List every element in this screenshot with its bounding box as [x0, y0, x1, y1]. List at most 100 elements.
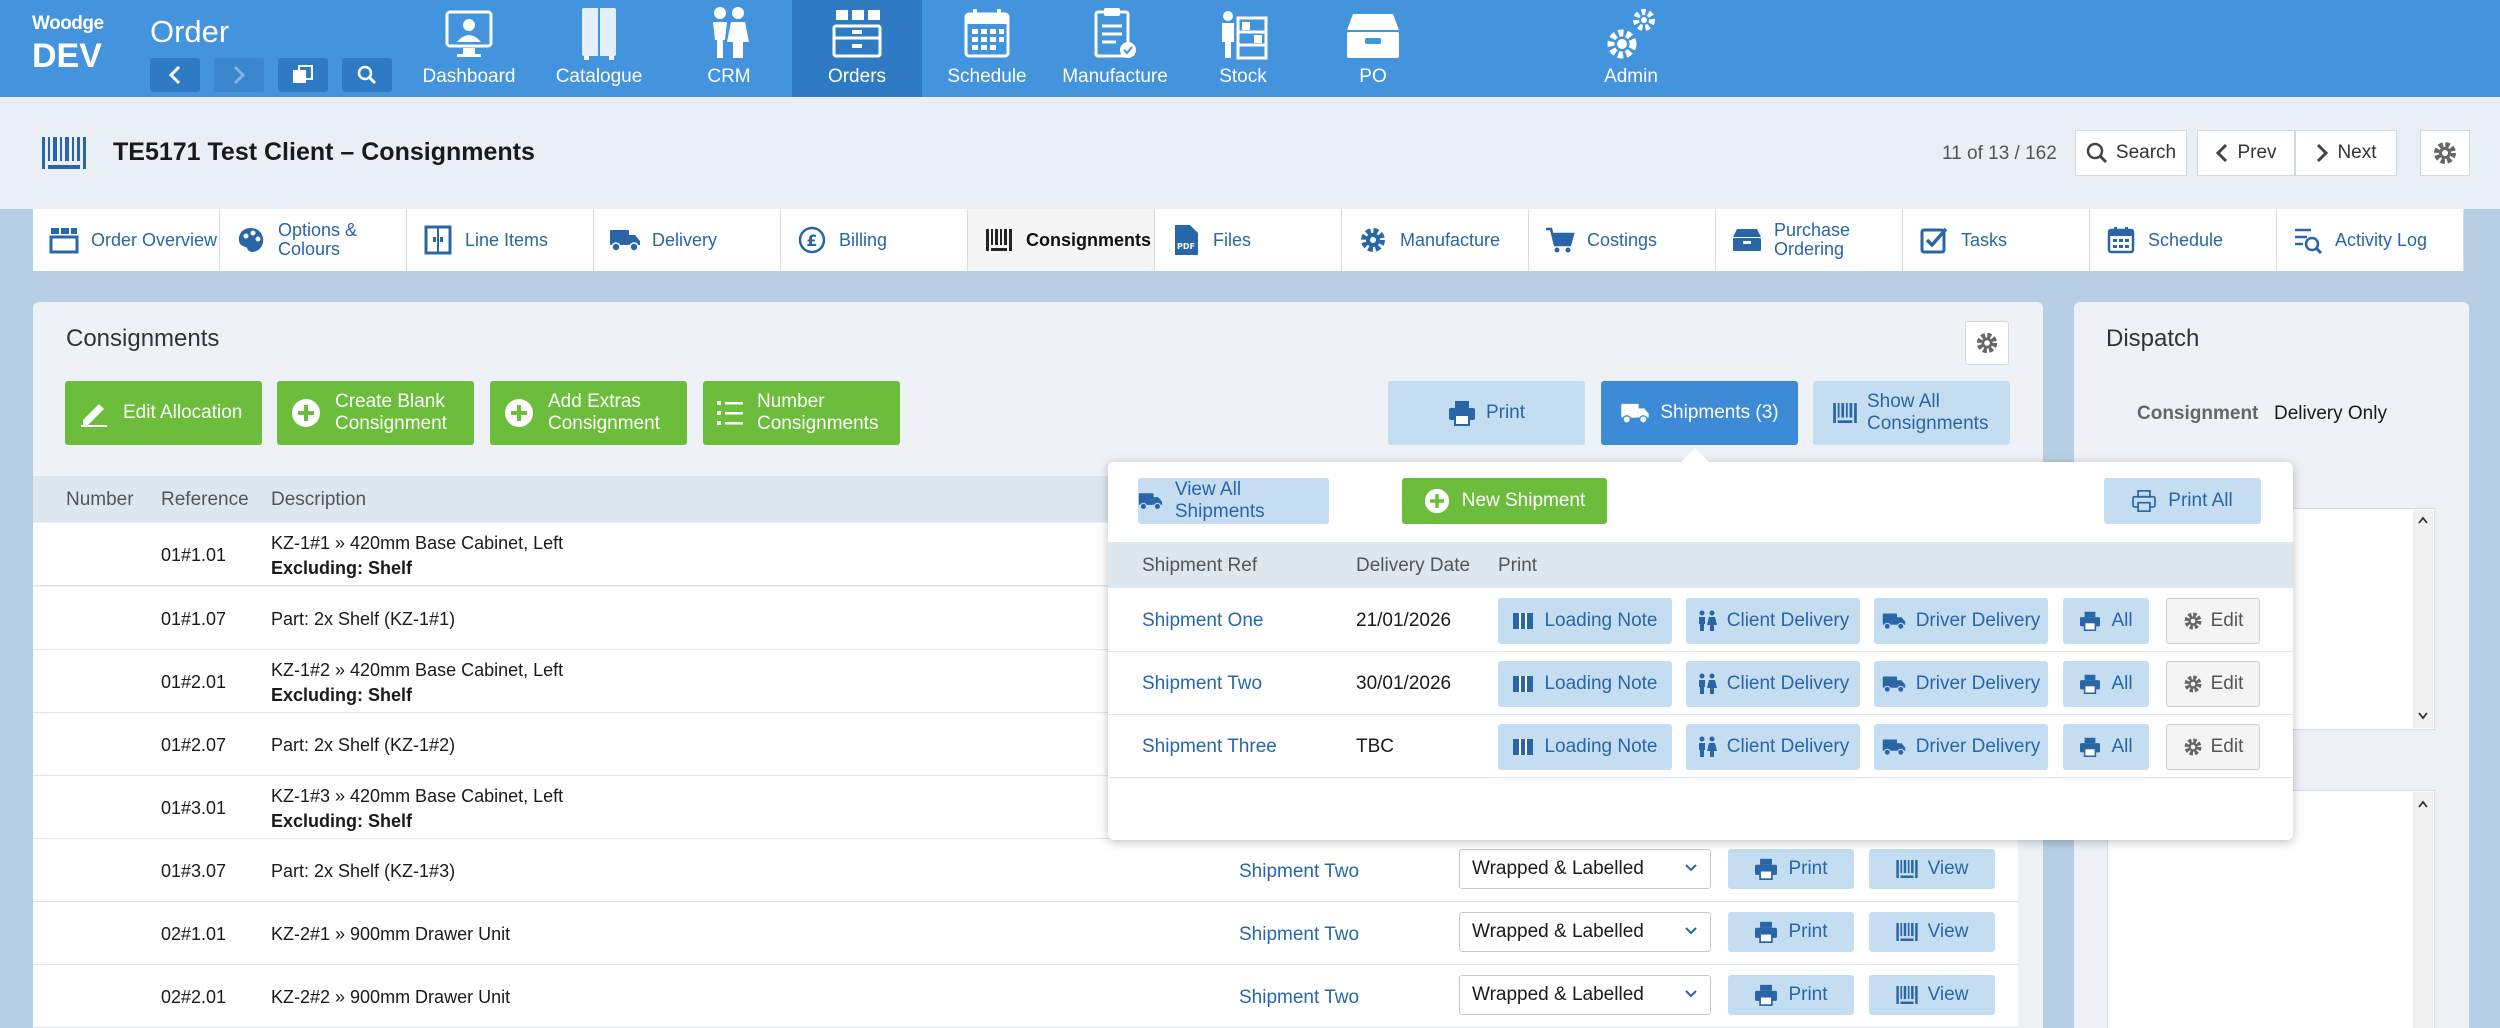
line-items-icon: [424, 225, 452, 255]
tab-label: Delivery: [652, 229, 718, 250]
nav-dashboard[interactable]: Dashboard: [404, 0, 534, 97]
header-settings-button[interactable]: [2420, 130, 2470, 176]
svg-text:PDF: PDF: [1177, 242, 1195, 251]
print-all-docs-button[interactable]: All: [2063, 661, 2149, 707]
tab-options-colours[interactable]: Options & Colours: [220, 209, 407, 271]
number-consignments-button[interactable]: Number Consignments: [703, 381, 900, 445]
loading-note-button[interactable]: Loading Note: [1498, 724, 1672, 770]
back-button[interactable]: [150, 58, 200, 92]
add-extras-label: Add Extras Consignment: [548, 391, 660, 434]
driver-delivery-button[interactable]: Driver Delivery: [1874, 598, 2048, 644]
panel-settings-button[interactable]: [1965, 321, 2009, 365]
loading-note-button[interactable]: Loading Note: [1498, 661, 1672, 707]
shipments-button[interactable]: Shipments (3): [1601, 381, 1798, 445]
status-select[interactable]: Wrapped & Labelled: [1459, 912, 1711, 952]
pencil-icon: [81, 404, 107, 427]
delivery-date: 21/01/2026: [1356, 610, 1452, 631]
tab-line-items[interactable]: Line Items: [407, 209, 594, 271]
row-print-button[interactable]: Print: [1728, 912, 1854, 952]
edit-allocation-button[interactable]: Edit Allocation: [65, 381, 262, 445]
nav-label: PO: [1359, 66, 1387, 87]
notes-scrollbar[interactable]: [2413, 510, 2433, 728]
nav-manufacture[interactable]: Manufacture: [1050, 0, 1180, 97]
plus-circle-icon: [505, 399, 533, 427]
shipment-ref-link[interactable]: Shipment Two: [1142, 673, 1262, 695]
row-shipment-link[interactable]: Shipment Two: [1239, 924, 1359, 946]
table-row[interactable]: 01#3.07 Part: 2x Shelf (KZ-1#3) Shipment…: [33, 839, 2018, 902]
row-description: KZ-2#2 » 900mm Drawer Unit: [271, 987, 511, 1007]
tab-manufacture[interactable]: Manufacture: [1342, 209, 1529, 271]
col-delivery-date: Delivery Date: [1356, 555, 1471, 576]
row-view-button[interactable]: View: [1869, 849, 1995, 889]
table-row[interactable]: 02#1.01 KZ-2#1 » 900mm Drawer Unit Shipm…: [33, 902, 2018, 965]
new-shipment-button[interactable]: New Shipment: [1402, 478, 1607, 524]
table-row[interactable]: 02#2.01 KZ-2#2 » 900mm Drawer Unit Shipm…: [33, 965, 2018, 1028]
shipment-ref-link[interactable]: Shipment One: [1142, 610, 1263, 632]
nav-stock[interactable]: Stock: [1178, 0, 1308, 97]
gear-icon: [2184, 612, 2202, 630]
header-search-button[interactable]: Search: [2075, 130, 2187, 176]
tab-costings[interactable]: Costings: [1529, 209, 1716, 271]
chevron-left-icon: [2216, 143, 2228, 163]
show-all-consignments-button[interactable]: Show All Consignments: [1813, 381, 2010, 445]
nav-catalogue[interactable]: Catalogue: [534, 0, 664, 97]
nav-admin[interactable]: Admin: [1566, 0, 1696, 97]
tab-consignments[interactable]: Consignments: [968, 209, 1155, 271]
driver-delivery-button[interactable]: Driver Delivery: [1874, 661, 2048, 707]
loading-note-button[interactable]: Loading Note: [1498, 598, 1672, 644]
tab-files[interactable]: PDF Files: [1155, 209, 1342, 271]
edit-label: Edit: [2210, 610, 2244, 631]
row-description: KZ-1#2 » 420mm Base Cabinet, Left: [271, 660, 564, 680]
edit-shipment-button[interactable]: Edit: [2166, 598, 2260, 644]
add-extras-consignment-button[interactable]: Add Extras Consignment: [490, 381, 687, 445]
pound-icon: £: [798, 226, 826, 254]
row-view-button[interactable]: View: [1869, 975, 1995, 1015]
print-all-docs-button[interactable]: All: [2063, 598, 2149, 644]
truck-icon: [1138, 493, 1163, 511]
row-print-button[interactable]: Print: [1728, 849, 1854, 889]
tab-schedule[interactable]: Schedule: [2090, 209, 2277, 271]
next-button[interactable]: Next: [2295, 130, 2397, 176]
edit-shipment-button[interactable]: Edit: [2166, 724, 2260, 770]
print-all-button[interactable]: Print All: [2104, 478, 2261, 524]
duplicate-window-button[interactable]: [278, 58, 328, 92]
row-view-button[interactable]: View: [1869, 912, 1995, 952]
prev-button[interactable]: Prev: [2197, 130, 2295, 176]
tab-activity-log[interactable]: Activity Log: [2277, 209, 2464, 271]
client-delivery-button[interactable]: Client Delivery: [1686, 724, 1860, 770]
status-select[interactable]: Wrapped & Labelled: [1459, 849, 1711, 889]
nav-search-button[interactable]: [342, 58, 392, 92]
forward-button[interactable]: [214, 58, 264, 92]
tab-tasks[interactable]: Tasks: [1903, 209, 2090, 271]
brand-logo[interactable]: Woodge DEV: [32, 14, 104, 76]
client-delivery-button[interactable]: Client Delivery: [1686, 661, 1860, 707]
tab-order-overview[interactable]: Order Overview: [33, 209, 220, 271]
tab-billing[interactable]: £ Billing: [781, 209, 968, 271]
nav-orders[interactable]: Orders: [792, 0, 922, 97]
page-title: TE5171 Test Client – Consignments: [113, 138, 535, 166]
print-consignments-button[interactable]: Print: [1388, 381, 1585, 445]
create-blank-consignment-button[interactable]: Create Blank Consignment: [277, 381, 474, 445]
nav-label: Schedule: [947, 66, 1027, 87]
pdf-file-icon: PDF: [1175, 225, 1198, 255]
shipment-row: Shipment Two 30/01/2026 Loading Note Cli…: [1108, 652, 2293, 715]
order-overview-icon: [49, 228, 79, 254]
shipment-row: Shipment Three TBC Loading Note Client D…: [1108, 715, 2293, 778]
view-all-shipments-button[interactable]: View All Shipments: [1138, 478, 1329, 524]
status-select[interactable]: Wrapped & Labelled: [1459, 975, 1711, 1015]
nav-po[interactable]: PO: [1308, 0, 1438, 97]
row-print-button[interactable]: Print: [1728, 975, 1854, 1015]
client-delivery-button[interactable]: Client Delivery: [1686, 598, 1860, 644]
details-scrollbar[interactable]: [2413, 792, 2433, 1028]
row-shipment-link[interactable]: Shipment Two: [1239, 987, 1359, 1009]
nav-crm[interactable]: CRM: [664, 0, 794, 97]
edit-shipment-button[interactable]: Edit: [2166, 661, 2260, 707]
shipment-ref-link[interactable]: Shipment Three: [1142, 736, 1277, 758]
tab-purchase-ordering[interactable]: Purchase Ordering: [1716, 209, 1903, 271]
nav-schedule[interactable]: Schedule: [922, 0, 1052, 97]
print-all-docs-button[interactable]: All: [2063, 724, 2149, 770]
driver-delivery-button[interactable]: Driver Delivery: [1874, 724, 2048, 770]
row-shipment-link[interactable]: Shipment Two: [1239, 861, 1359, 883]
activity-log-icon: [2295, 228, 2323, 254]
tab-delivery[interactable]: Delivery: [594, 209, 781, 271]
